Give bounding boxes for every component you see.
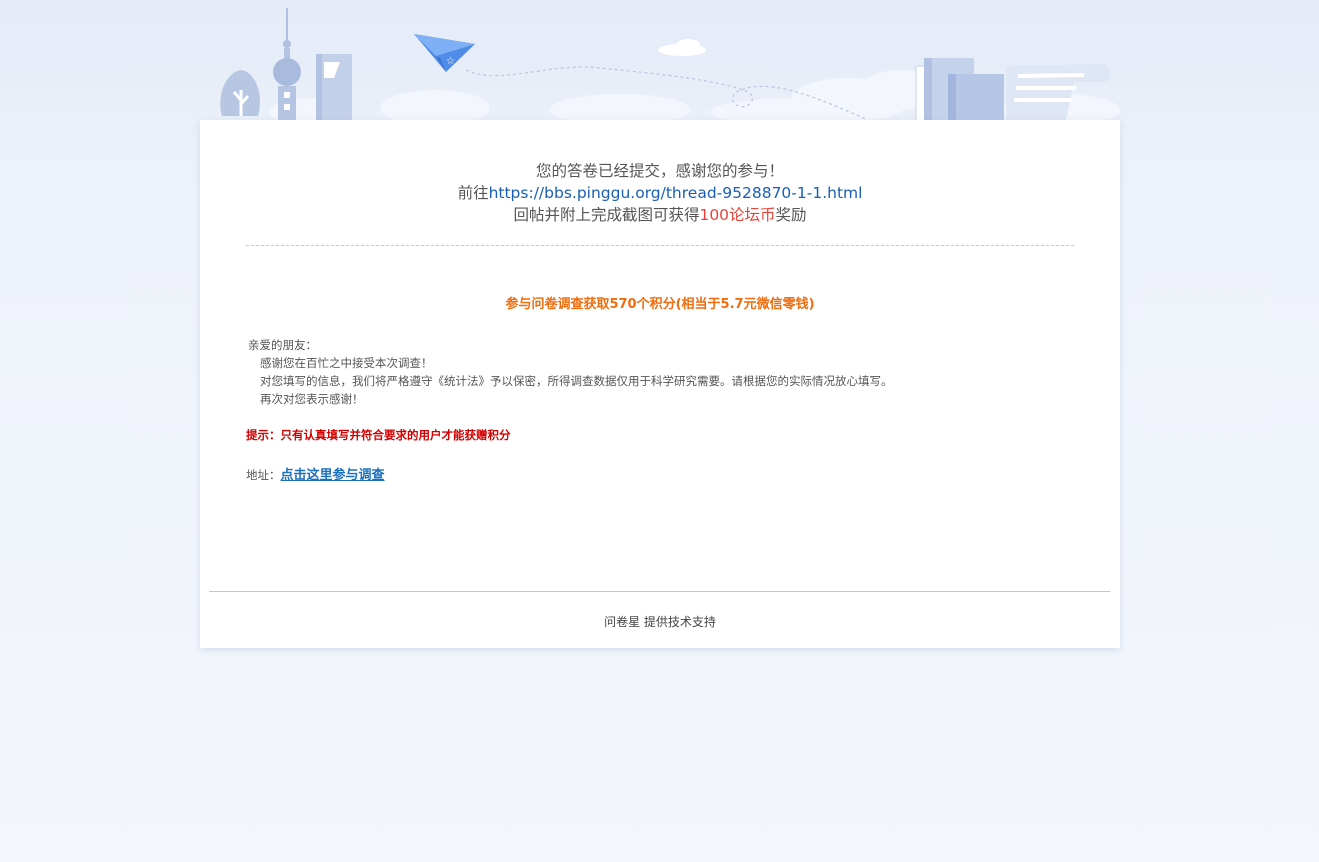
- letter-line: 感谢您在百忙之中接受本次调查！: [260, 356, 433, 370]
- svg-text:☆: ☆: [446, 56, 455, 67]
- survey-intro-letter: 亲爱的朋友： 感谢您在百忙之中接受本次调查！ 对您填写的信息，我们将严格遵守《统…: [248, 336, 893, 408]
- reward-instructions-prefix: 回帖并附上完成截图可获得: [513, 206, 700, 224]
- paper-plane-icon: ☆: [414, 34, 475, 72]
- completion-card: 您的答卷已经提交，感谢您的参与！ 前往https://bbs.pinggu.or…: [200, 120, 1120, 648]
- footer: 问卷星 提供技术支持: [200, 613, 1120, 630]
- footer-divider: [209, 591, 1110, 592]
- forum-link-line: 前往https://bbs.pinggu.org/thread-9528870-…: [200, 182, 1120, 204]
- completion-message: 您的答卷已经提交，感谢您的参与！ 前往https://bbs.pinggu.or…: [200, 160, 1120, 226]
- address-label: 地址：: [246, 468, 281, 482]
- footer-brand-link[interactable]: 问卷星: [604, 615, 640, 629]
- survey-address: 地址：点击这里参与调查: [246, 464, 385, 483]
- building-icon: [316, 54, 352, 120]
- survey-reward-title: 参与问卷调查获取570个积分(相当于5.7元微信零钱): [505, 297, 815, 312]
- letter-line: 再次对您表示感谢！: [260, 392, 364, 406]
- coin-reward-highlight: 100论坛币: [699, 206, 776, 224]
- join-survey-link[interactable]: 点击这里参与调查: [281, 468, 385, 483]
- header-illustration: ☆: [200, 0, 1120, 120]
- forum-thread-link[interactable]: https://bbs.pinggu.org/thread-9528870-1-…: [489, 184, 863, 202]
- books-icon: [915, 58, 1004, 120]
- forum-link-prefix: 前往: [457, 184, 489, 202]
- tree-icon: [220, 70, 261, 116]
- greeting-text: 亲爱的朋友：: [248, 338, 317, 352]
- letter-line: 对您填写的信息，我们将严格遵守《统计法》予以保密，所得调查数据仅用于科学研究需要…: [260, 374, 893, 388]
- thanks-text: 您的答卷已经提交，感谢您的参与！: [535, 162, 784, 180]
- footer-support-text: 提供技术支持: [640, 615, 716, 629]
- small-cloud-icon: [658, 39, 706, 56]
- reward-instructions: 回帖并附上完成截图可获得100论坛币奖励: [200, 204, 1120, 226]
- dashed-divider: [246, 245, 1074, 246]
- tip-text: 提示：只有认真填写并符合要求的用户才能获赠积分: [246, 428, 511, 442]
- reward-instructions-suffix: 奖励: [775, 206, 807, 224]
